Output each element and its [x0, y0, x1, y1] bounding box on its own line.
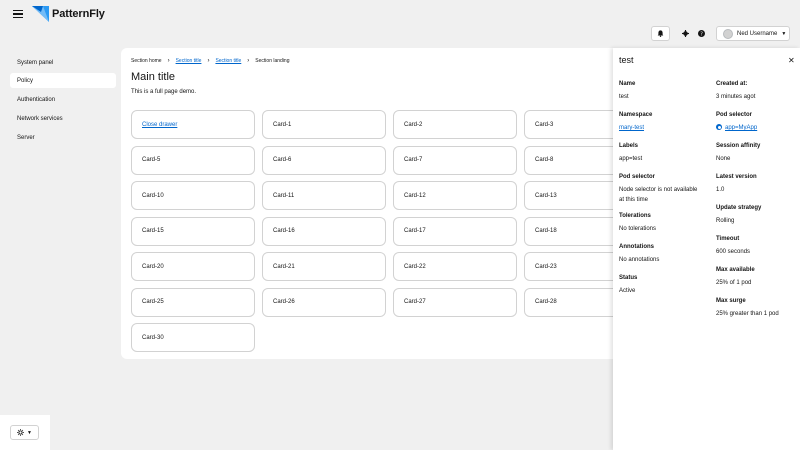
field-value: 25% greater than 1 pod	[716, 311, 779, 317]
chevron-right-icon: ›	[167, 58, 170, 64]
field-value: Node selector is not available at this t…	[619, 187, 698, 203]
field-label: Status	[619, 275, 638, 281]
card[interactable]: Card-1	[262, 110, 386, 139]
field-label: Timeout	[716, 236, 740, 242]
theme-sun-icon	[17, 429, 25, 436]
close-icon[interactable]: ✕	[788, 56, 795, 65]
caret-down-icon: ▼	[781, 30, 787, 37]
field-value: 25% of 1 pod	[716, 280, 752, 286]
field-label: Session affinity	[716, 143, 761, 149]
theme-switcher-area: ▼	[0, 415, 50, 450]
pod-selector-link[interactable]: app=MyApp	[725, 125, 757, 131]
card[interactable]: Card-20	[131, 252, 255, 281]
sidebar-item-system-panel[interactable]: System panel	[10, 55, 116, 70]
card[interactable]: Card-22	[393, 252, 517, 281]
breadcrumb-link[interactable]: Section title	[176, 58, 202, 64]
card[interactable]: Card-17	[393, 216, 517, 246]
field-value: app=test	[619, 156, 643, 162]
field-value: test	[619, 94, 629, 100]
hamburger-icon[interactable]	[13, 10, 23, 18]
card[interactable]: Card-21	[262, 252, 386, 281]
card[interactable]: Card-10	[131, 181, 255, 210]
field-label: Latest version	[716, 174, 757, 180]
field-label: Tolerations	[619, 213, 651, 219]
field-label: Update strategy	[716, 205, 762, 211]
close-drawer-link[interactable]: Close drawer	[142, 122, 177, 128]
help-icon: ?	[698, 30, 705, 37]
card[interactable]: Card-30	[131, 323, 255, 352]
sidebar-item-server[interactable]: Server	[10, 130, 116, 145]
field-label: Pod selector	[716, 112, 753, 118]
card[interactable]: Card-16	[262, 216, 386, 246]
sidebar-item-network-services[interactable]: Network services	[10, 111, 116, 126]
drawer-title: test	[619, 55, 634, 65]
field-value: Rolling	[716, 218, 735, 224]
chevron-right-icon: ›	[207, 58, 210, 64]
card[interactable]: Card-11	[262, 181, 386, 210]
user-dropdown[interactable]: Ned Username ▼	[716, 26, 790, 41]
user-name: Ned Username	[737, 30, 778, 37]
main-content: Section home › Section title › Section t…	[121, 48, 648, 359]
card[interactable]: Card-25	[131, 287, 255, 317]
caret-down-icon: ▼	[27, 429, 32, 436]
field-value: No annotations	[619, 257, 660, 263]
field-value: 3 minutes agot	[716, 94, 756, 100]
field-label: Max available	[716, 267, 755, 273]
card[interactable]: Card-27	[393, 287, 517, 317]
card[interactable]: Card-12	[393, 181, 517, 210]
card[interactable]: Card-7	[393, 145, 517, 175]
card[interactable]: Card-26	[262, 287, 386, 317]
card[interactable]: Card-15	[131, 216, 255, 246]
svg-text:?: ?	[700, 31, 703, 37]
breadcrumb-link[interactable]: Section title	[215, 58, 241, 64]
details-drawer: test ✕ Name test Namespace mary-test Lab…	[613, 48, 800, 450]
card[interactable]: Card-6	[262, 145, 386, 175]
breadcrumb: Section home › Section title › Section t…	[131, 58, 290, 64]
breadcrumb-current: Section landing	[255, 58, 290, 64]
namespace-link[interactable]: mary-test	[619, 123, 644, 133]
field-label: Max surge	[716, 298, 746, 304]
avatar	[723, 28, 733, 39]
field-value: 1.0	[716, 187, 725, 193]
theme-toggle-button[interactable]: ▼	[10, 425, 39, 440]
chevron-right-icon: ›	[247, 58, 250, 64]
field-value: Active	[619, 288, 636, 294]
field-label: Labels	[619, 143, 639, 149]
page-description: This is a full page demo.	[131, 89, 197, 95]
field-label: Name	[619, 81, 636, 87]
bell-icon	[657, 30, 664, 37]
sidebar-item-policy[interactable]: Policy	[10, 73, 116, 88]
sidebar-item-authentication[interactable]: Authentication	[10, 92, 116, 107]
masthead: PatternFly ? Ned Username ▼	[0, 0, 800, 48]
field-value: No tolerations	[619, 226, 657, 232]
patternfly-logo-icon	[32, 6, 49, 22]
field-label: Pod selector	[619, 174, 656, 180]
close-drawer-card[interactable]: Close drawer	[131, 110, 255, 139]
pod-selector-icon	[716, 124, 722, 130]
brand-logo[interactable]: PatternFly	[32, 6, 105, 22]
notifications-button[interactable]	[651, 26, 670, 41]
field-label: Annotations	[619, 244, 654, 250]
gear-icon	[682, 30, 689, 37]
field-value: 600 seconds	[716, 249, 751, 255]
brand-name: PatternFly	[52, 8, 105, 20]
help-button[interactable]: ?	[692, 26, 711, 41]
page-title: Main title	[131, 71, 176, 83]
card[interactable]: Card-2	[393, 110, 517, 139]
pod-selector-value: app=MyApp	[716, 123, 757, 133]
field-value: None	[716, 156, 731, 162]
field-label: Created at:	[716, 81, 748, 87]
card[interactable]: Card-5	[131, 145, 255, 175]
breadcrumb-item[interactable]: Section home	[131, 58, 162, 64]
field-label: Namespace	[619, 112, 653, 118]
